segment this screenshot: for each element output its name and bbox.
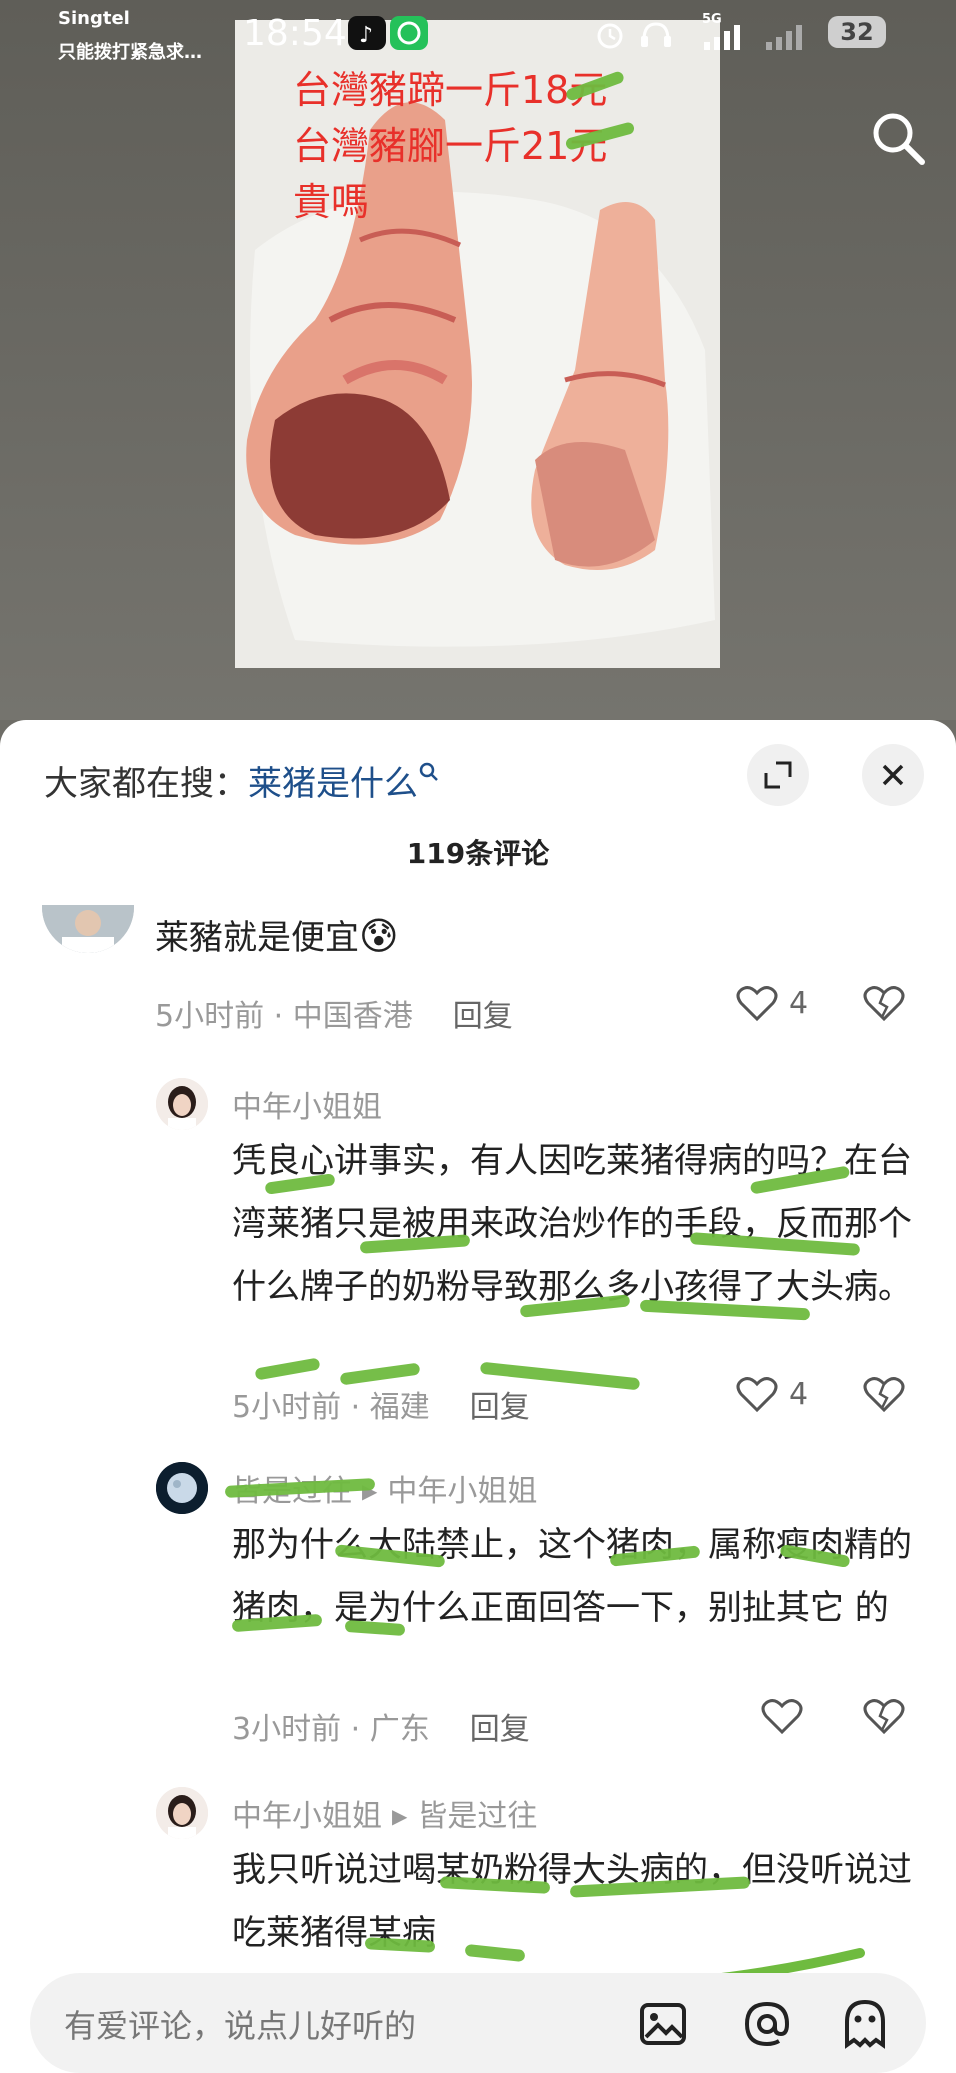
heart-icon [736, 1377, 778, 1413]
comment-text: 那为什么大陆禁止，这个猪肉，属称瘦肉精的猪肉，是为什么正面回答一下，别扯其它 的 [232, 1525, 912, 1628]
comment-time: 5小时前 · 福建 [232, 1390, 430, 1425]
comment-author[interactable]: 中年小姐姐 [232, 1799, 382, 1834]
search-small-icon [419, 762, 438, 781]
mention-icon[interactable] [740, 1997, 794, 2051]
comment-input-bar: 有爱评论，说点儿好听的 [30, 1973, 926, 2073]
headphones-icon [641, 22, 671, 47]
status-bar: Singtel 只能拨打紧急求… 18:54 ♪ 5G 32 [0, 0, 956, 70]
comment-text-content: 莱豬就是便宜 [155, 918, 359, 958]
post-background: 台灣豬蹄一斤18元 台灣豬腳一斤21元 貴嗎 Singtel 只能拨打紧急求… … [0, 0, 956, 720]
avatar[interactable] [156, 1462, 208, 1514]
like-count: 4 [789, 985, 809, 1021]
clock: 18:54 [243, 13, 347, 54]
comments-sheet: 大家都在搜：莱猪是什么 119条评论 莱豬就是便宜😰 5小时前 · 中国香港 回复… [0, 720, 956, 2073]
caption-line: 貴嗎 [293, 180, 370, 224]
comment-text: 凭良心讲事实，有人因吃莱猪得病的吗？在台湾莱猪只是被用来政治炒作的手段，反而那个… [232, 1141, 912, 1307]
heart-icon [736, 986, 778, 1022]
whatsapp-icon [390, 16, 428, 50]
caption-line: 台灣豬腳一斤21元 [293, 124, 608, 168]
comment-count: 119条评论 [406, 837, 550, 870]
comment-time: 5小时前 · 中国香港 [155, 999, 413, 1034]
reply-button[interactable]: 回复 [470, 1390, 530, 1425]
image-icon[interactable] [636, 1997, 690, 2051]
expand-button[interactable] [747, 744, 809, 806]
search-button[interactable] [868, 108, 928, 168]
comment-time: 3小时前 · 广东 [232, 1712, 430, 1747]
like-button[interactable] [760, 1696, 804, 1736]
avatar[interactable] [156, 1787, 208, 1839]
battery-indicator: 32 [828, 16, 886, 48]
dislike-button[interactable] [862, 983, 906, 1023]
caption-line: 台灣豬蹄一斤18元 [293, 68, 608, 112]
like-button[interactable]: 4 [735, 983, 808, 1023]
expand-icon [764, 761, 792, 789]
comment-meta: 3小时前 · 广东 回复 [232, 1704, 530, 1748]
signal-2-icon [766, 25, 802, 50]
comment-author[interactable]: 中年小姐姐 [232, 1082, 382, 1126]
search-icon [873, 113, 925, 165]
close-icon [882, 764, 904, 786]
alarm-icon [597, 23, 623, 49]
scribble-redaction [254, 1357, 321, 1381]
carrier-status: 只能拨打紧急求… [58, 42, 202, 63]
comment-meta: 5小时前 · 福建 回复 [232, 1382, 530, 1426]
svg-text:♪: ♪ [359, 23, 373, 48]
trending-query-link[interactable]: 莱猪是什么 [248, 762, 440, 804]
trending-searches: 大家都在搜：莱猪是什么 [44, 756, 440, 805]
worried-emoji-icon: 😰 [359, 914, 399, 958]
avatar[interactable] [156, 1078, 208, 1130]
comment-text: 莱豬就是便宜😰 [155, 905, 399, 970]
trending-query-text: 莱猪是什么 [248, 764, 418, 804]
post-photo[interactable]: 台灣豬蹄一斤18元 台灣豬腳一斤21元 貴嗎 [235, 20, 720, 668]
reply-button[interactable]: 回复 [453, 999, 513, 1034]
dislike-button[interactable] [862, 1696, 906, 1736]
close-button[interactable] [862, 744, 924, 806]
tiktok-icon: ♪ [348, 16, 386, 50]
avatar[interactable] [42, 905, 134, 953]
signal-icon [704, 25, 740, 50]
dislike-button[interactable] [862, 1374, 906, 1414]
reply-to-author[interactable]: 皆是过往 [417, 1799, 537, 1834]
heart-icon [761, 1699, 803, 1735]
trending-label: 大家都在搜： [44, 764, 248, 804]
reply-arrow-icon: ▶ [392, 1804, 408, 1828]
reply-to-author[interactable]: 中年小姐姐 [387, 1474, 537, 1509]
like-button[interactable]: 4 [735, 1374, 808, 1414]
reply-button[interactable]: 回复 [470, 1712, 530, 1747]
emoji-icon[interactable] [838, 1997, 892, 2051]
carrier-name: Singtel [58, 8, 130, 29]
comment-input[interactable]: 有爱评论，说点儿好听的 [64, 2001, 416, 2047]
comment-meta: 5小时前 · 中国香港 回复 [155, 991, 513, 1035]
comment-author-line: 中年小姐姐 ▶ 皆是过往 [232, 1791, 537, 1835]
photo-caption: 台灣豬蹄一斤18元 台灣豬腳一斤21元 貴嗎 [293, 62, 607, 230]
like-count: 4 [789, 1376, 809, 1412]
